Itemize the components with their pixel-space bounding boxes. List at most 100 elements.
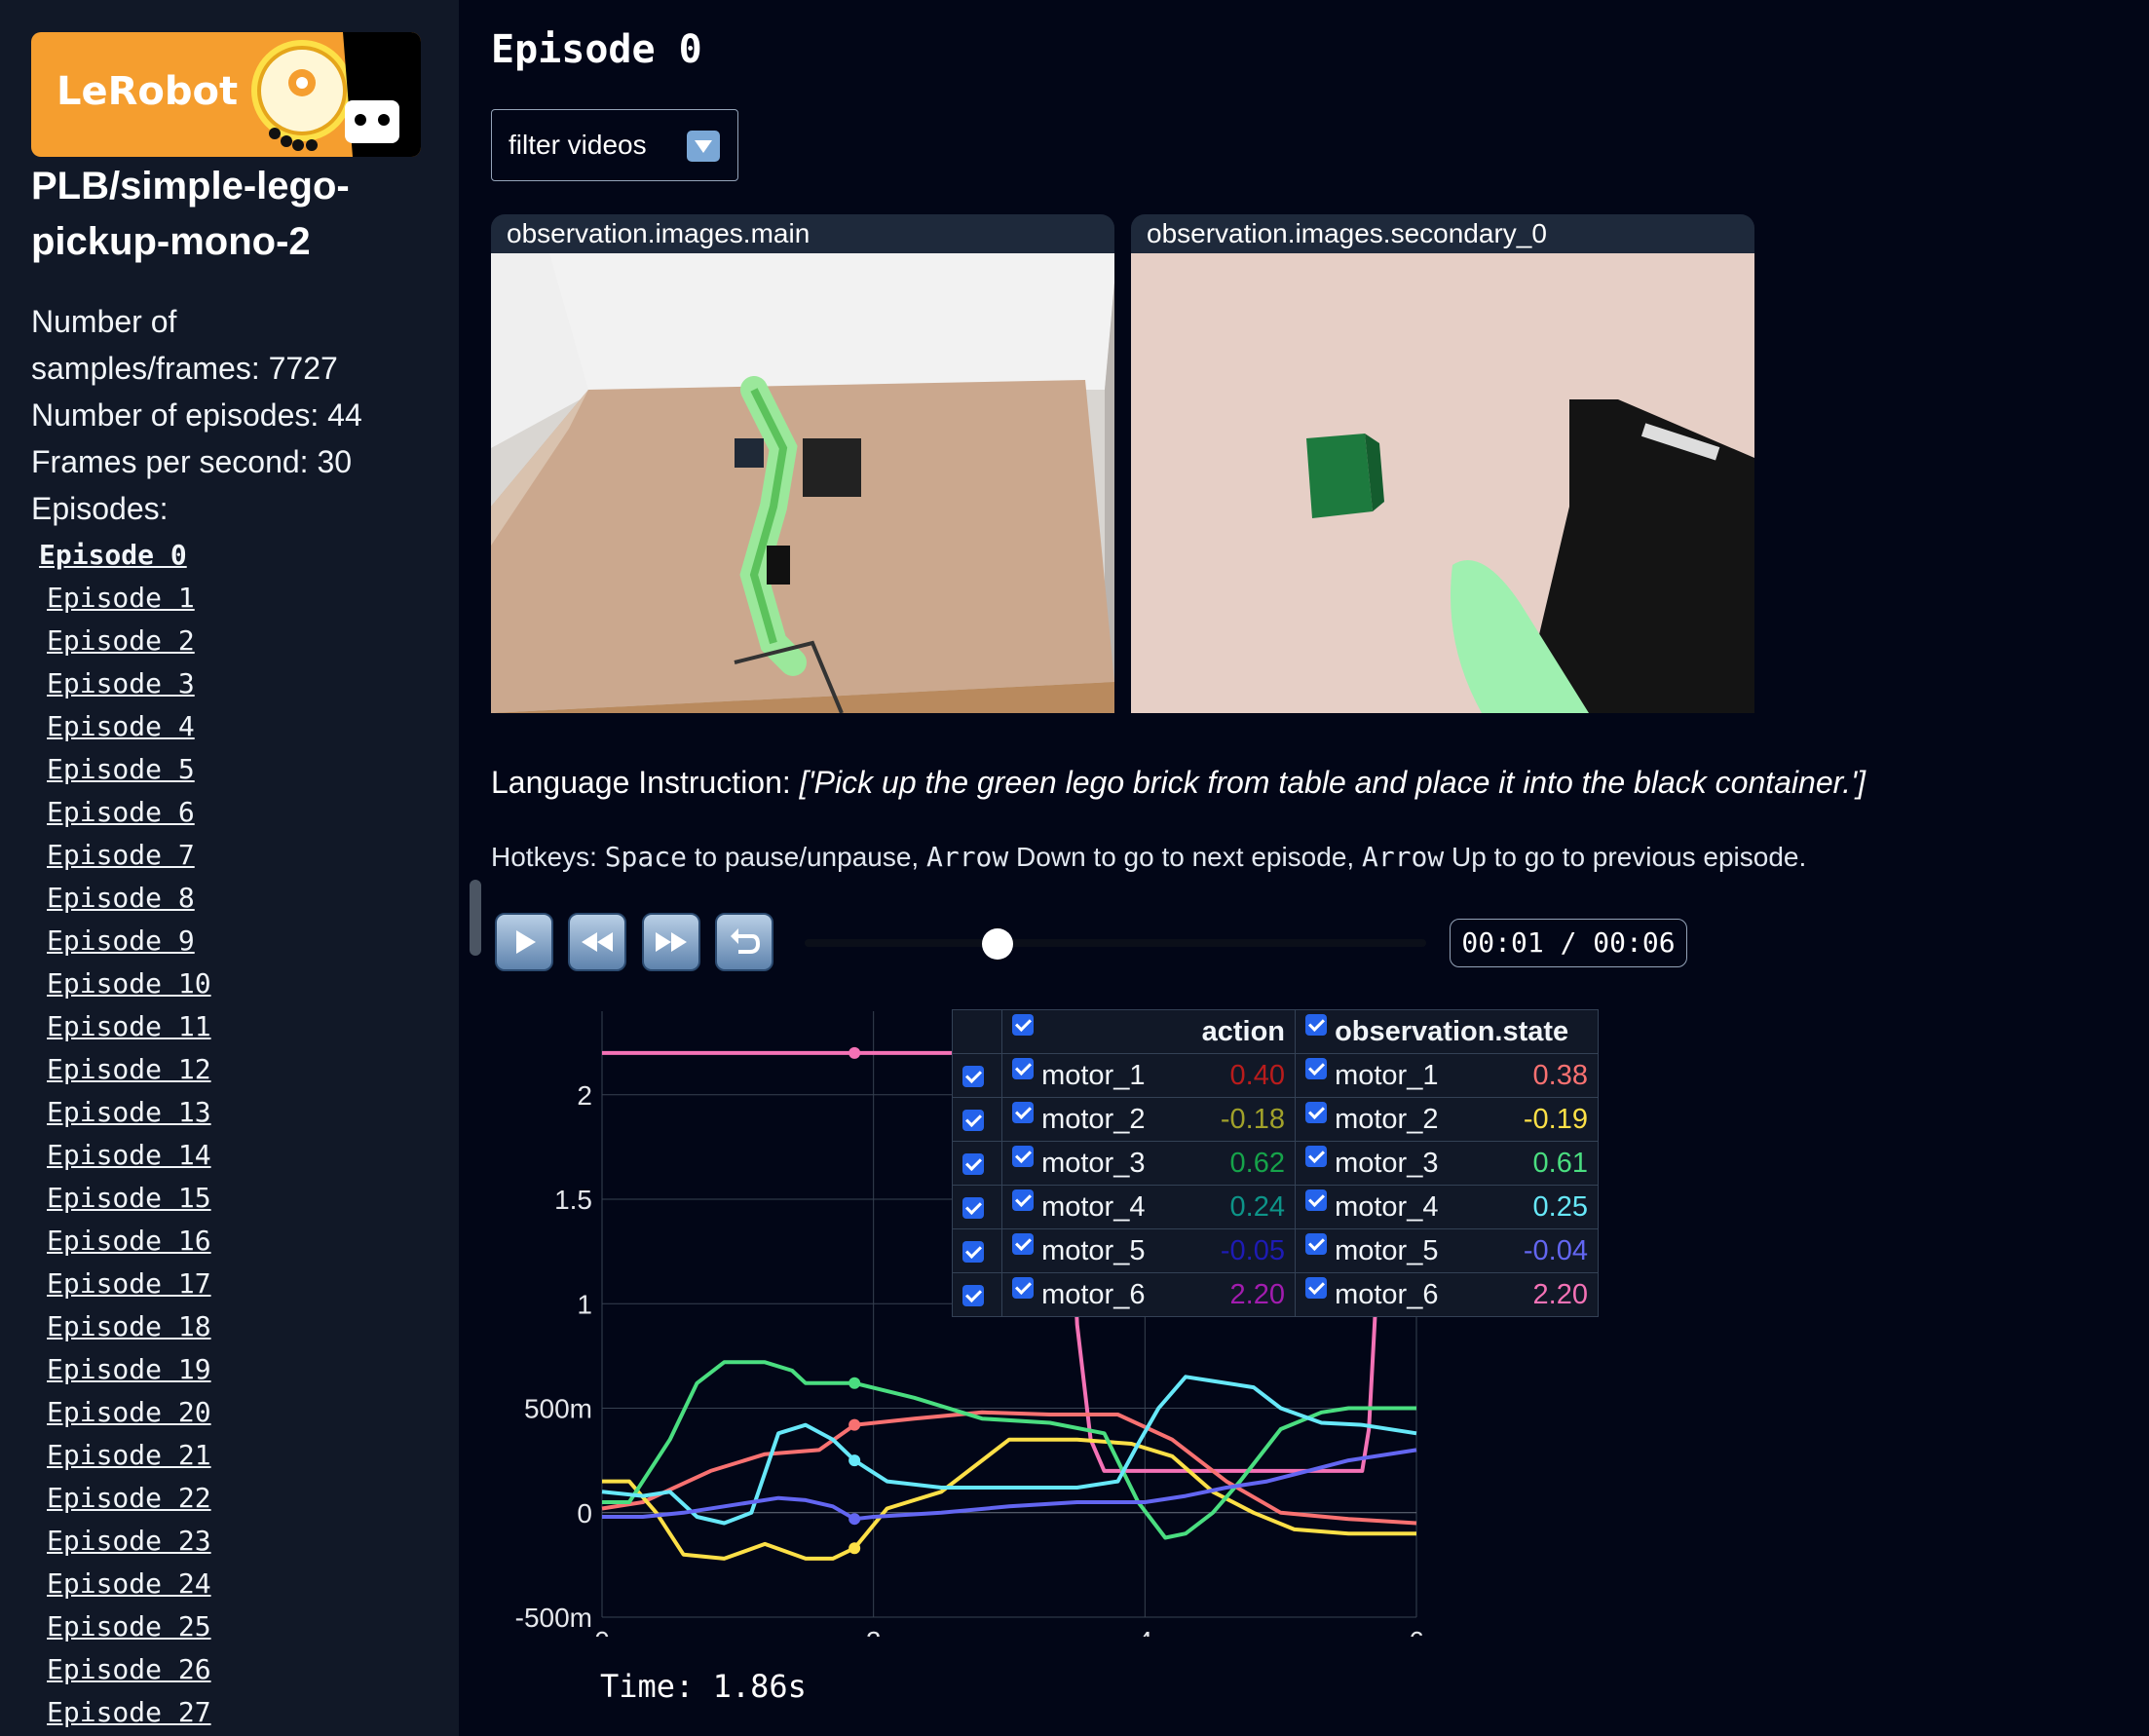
action-select-all-checkbox[interactable] [1012,1013,1034,1036]
episode-link[interactable]: Episode 21 [47,1439,211,1471]
row-checkbox[interactable] [962,1109,984,1131]
action-header: action [1201,1015,1285,1047]
play-button[interactable] [495,913,553,971]
episode-link[interactable]: Episode 9 [47,925,195,957]
filter-videos-button[interactable]: filter videos [491,109,738,181]
row-checkbox[interactable] [962,1065,984,1087]
action-checkbox[interactable] [1012,1101,1034,1123]
motor-name: motor_6 [1335,1278,1439,1310]
time-display: 00:01 / 00:06 [1450,919,1687,967]
list-item: Episode 23 [39,1520,211,1563]
action-value: 2.20 [1229,1278,1285,1310]
list-item: Episode 4 [39,705,211,748]
episode-link[interactable]: Episode 18 [47,1310,211,1342]
episode-link[interactable]: Episode 2 [47,624,195,657]
series-line [601,1375,1417,1526]
episode-link[interactable]: Episode 25 [47,1610,211,1642]
cursor-point [848,1454,861,1467]
rewind-button[interactable] [568,913,626,971]
table-row: motor_1 0.40 motor_1 0.38 [952,1053,1599,1098]
state-value: -0.19 [1523,1103,1588,1135]
episode-link[interactable]: Episode 3 [47,667,195,699]
y-tick-label: 1 [577,1289,592,1319]
state-checkbox[interactable] [1305,1145,1327,1167]
restart-button[interactable] [715,913,773,971]
motor-name: motor_5 [1041,1234,1146,1266]
series-line [602,1360,1416,1540]
arrow-up-key: Arrow [1361,841,1445,873]
episode-link[interactable]: Episode 11 [47,1010,211,1042]
state-checkbox[interactable] [1305,1232,1327,1255]
list-item: Episode 5 [39,748,211,791]
motor-name: motor_1 [1335,1059,1439,1091]
fast-forward-button[interactable] [642,913,700,971]
episode-link[interactable]: Episode 10 [47,967,211,1000]
y-tick-label: -500m [515,1603,592,1633]
state-checkbox[interactable] [1305,1189,1327,1211]
video-main[interactable]: observation.images.main [491,214,1114,713]
state-checkbox[interactable] [1305,1057,1327,1079]
episode-link[interactable]: Episode 6 [47,796,195,828]
list-item: Episode 24 [39,1563,211,1605]
episode-link[interactable]: Episode 14 [47,1139,211,1171]
list-item: Episode 20 [39,1391,211,1434]
row-checkbox[interactable] [962,1152,984,1175]
state-checkbox[interactable] [1305,1276,1327,1299]
episode-link[interactable]: Episode 16 [47,1225,211,1257]
video-secondary[interactable]: observation.images.secondary_0 [1131,214,1754,713]
action-checkbox[interactable] [1012,1145,1034,1167]
restart-icon [731,928,761,954]
x-tick-label: 0 [594,1626,610,1637]
episode-link[interactable]: Episode 0 [39,539,187,571]
row-checkbox[interactable] [962,1284,984,1306]
list-item: Episode 22 [39,1477,211,1520]
list-item: Episode 26 [39,1648,211,1691]
state-checkbox[interactable] [1305,1101,1327,1123]
video-secondary-label: observation.images.secondary_0 [1131,214,1754,253]
lerobot-logo[interactable]: LeRobot [31,32,421,157]
row-checkbox[interactable] [962,1196,984,1219]
filter-videos-label: filter videos [509,130,647,160]
episode-link[interactable]: Episode 5 [47,753,195,785]
episode-link[interactable]: Episode 26 [47,1653,211,1685]
action-checkbox[interactable] [1012,1189,1034,1211]
list-item: Episode 2 [39,620,211,662]
main-panel: Episode 0 filter videos observation.imag… [491,0,2149,1736]
row-checkbox[interactable] [962,1240,984,1263]
slider-thumb[interactable] [981,928,1013,960]
list-item: Episode 9 [39,920,211,962]
video-secondary-frame [1131,253,1754,713]
action-checkbox[interactable] [1012,1276,1034,1299]
progress-slider[interactable] [805,939,1426,947]
episode-link[interactable]: Episode 15 [47,1182,211,1214]
episode-link[interactable]: Episode 12 [47,1053,211,1085]
episode-link[interactable]: Episode 23 [47,1525,211,1557]
arrow-up-desc: Up to go to previous episode. [1444,842,1807,872]
episode-link[interactable]: Episode 8 [47,882,195,914]
sidebar-scrollbar[interactable] [470,880,481,956]
action-value: 0.62 [1229,1147,1285,1179]
episode-link[interactable]: Episode 20 [47,1396,211,1428]
episode-link[interactable]: Episode 4 [47,710,195,742]
list-item: Episode 10 [39,962,211,1005]
action-checkbox[interactable] [1012,1232,1034,1255]
episode-link[interactable]: Episode 22 [47,1482,211,1514]
series-line [602,1437,1416,1561]
episode-link[interactable]: Episode 27 [47,1696,211,1728]
hotkeys-help: Hotkeys: Space to pause/unpause, Arrow D… [491,841,1806,873]
episode-link[interactable]: Episode 7 [47,839,195,871]
state-select-all-checkbox[interactable] [1305,1013,1327,1036]
episode-link[interactable]: Episode 13 [47,1096,211,1128]
action-checkbox[interactable] [1012,1057,1034,1079]
episode-link[interactable]: Episode 1 [47,582,195,614]
list-item: Episode 12 [39,1048,211,1091]
sidebar: LeRobot PLB/simple-lego-pickup-mono-2 Nu… [0,0,459,1736]
x-tick-label: 4 [1138,1626,1153,1637]
list-item: Episode 19 [39,1348,211,1391]
action-value: 0.24 [1229,1190,1285,1223]
episode-link[interactable]: Episode 24 [47,1567,211,1600]
motor-name: motor_1 [1041,1059,1146,1091]
episode-link[interactable]: Episode 17 [47,1267,211,1300]
list-item: Episode 11 [39,1005,211,1048]
episode-link[interactable]: Episode 19 [47,1353,211,1385]
